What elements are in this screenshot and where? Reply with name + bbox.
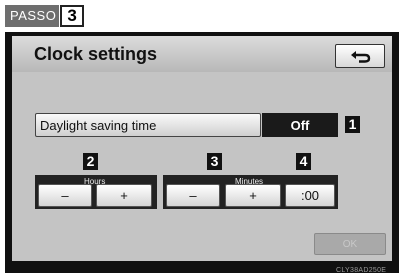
back-arrow-icon bbox=[351, 51, 371, 63]
daylight-saving-label: Daylight saving time bbox=[40, 117, 157, 133]
title-bar: Clock settings bbox=[12, 36, 392, 72]
image-code: CLY38AD250E bbox=[336, 267, 387, 274]
page-title: Clock settings bbox=[34, 44, 158, 64]
back-button[interactable] bbox=[335, 44, 385, 68]
clock-settings-screen: Clock settings Daylight saving time Off … bbox=[12, 36, 392, 261]
passo-page-number: 3 bbox=[60, 5, 84, 27]
callout-1: 1 bbox=[345, 116, 360, 133]
passo-tag: PASSO 3 bbox=[5, 5, 84, 27]
ok-button[interactable]: OK bbox=[314, 233, 386, 255]
passo-brand-label: PASSO bbox=[5, 5, 60, 27]
hours-plus-button[interactable]: + bbox=[96, 184, 152, 207]
daylight-saving-button[interactable]: Daylight saving time bbox=[35, 113, 261, 137]
callout-3: 3 bbox=[207, 153, 222, 170]
reset-minutes-button[interactable]: :00 bbox=[285, 184, 335, 207]
daylight-saving-status: Off bbox=[262, 113, 338, 137]
callout-4: 4 bbox=[296, 153, 311, 170]
hours-minus-button[interactable]: – bbox=[38, 184, 92, 207]
callout-2: 2 bbox=[83, 153, 98, 170]
minutes-minus-button[interactable]: – bbox=[166, 184, 220, 207]
minutes-plus-button[interactable]: + bbox=[225, 184, 281, 207]
